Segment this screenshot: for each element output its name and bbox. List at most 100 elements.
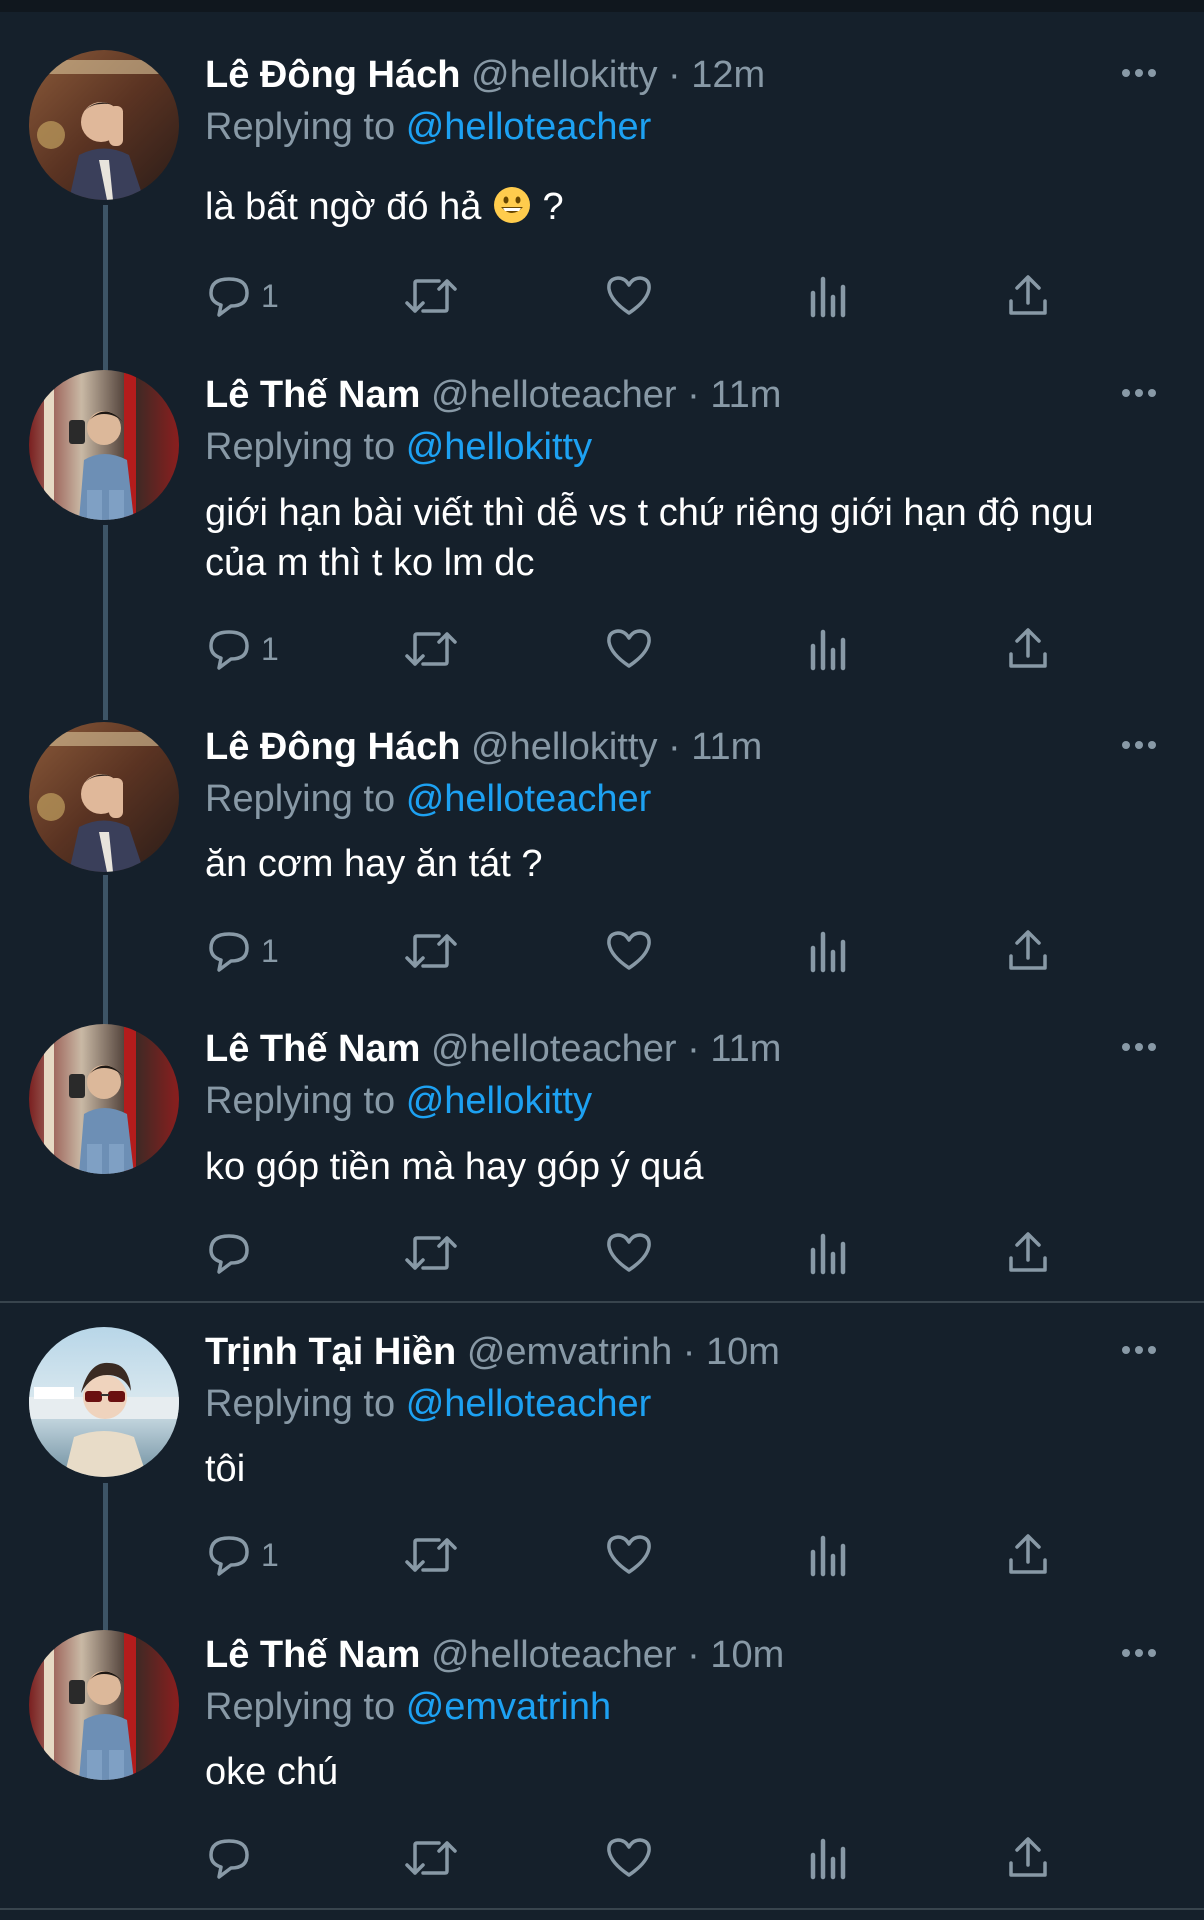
mention-link[interactable]: @helloteacher [406,106,652,148]
more-options-button[interactable] [1119,1335,1159,1365]
mention-link[interactable]: @emvatrinh [406,1686,611,1728]
reply-button[interactable]: 1 [205,271,279,321]
display-name[interactable]: Lê Đông Hách [205,726,460,768]
like-button[interactable] [605,624,653,674]
share-button[interactable] [1005,1228,1051,1278]
retweet-button[interactable] [403,271,459,321]
analytics-icon [810,276,846,318]
timestamp[interactable]: 11m [691,726,762,768]
like-button[interactable] [605,1833,653,1883]
analytics-button[interactable] [805,1833,849,1883]
more-options-button[interactable] [1119,378,1159,408]
tweet-header: Lê Thế Nam @helloteacher · 11m [205,1024,781,1074]
retweet-button[interactable] [403,1833,459,1883]
avatar-image [29,1630,179,1780]
tweet-text-body: là bất ngờ đó hả [205,186,482,228]
tweet-header: Lê Thế Nam @helloteacher · 11m [205,370,781,420]
timestamp[interactable]: 11m [710,1028,781,1070]
username[interactable]: @helloteacher [431,1634,677,1676]
more-options-button[interactable] [1119,1638,1159,1668]
tweet-text: giới hạn bài viết thì dễ vs t chứ riêng … [205,492,1094,584]
retweet-button[interactable] [403,624,459,674]
username[interactable]: @hellokitty [471,54,657,96]
share-button[interactable] [1005,926,1051,976]
avatar-image [29,1327,179,1477]
more-horizontal-icon [1122,1043,1156,1051]
more-options-button[interactable] [1119,730,1159,760]
mention-link[interactable]: @helloteacher [406,778,652,820]
display-name[interactable]: Lê Thế Nam [205,1634,420,1676]
share-button[interactable] [1005,1530,1051,1580]
display-name[interactable]: Trịnh Tại Hiền [205,1331,456,1373]
like-button[interactable] [605,1228,653,1278]
reply-button[interactable]: 1 [205,926,279,976]
mention-link[interactable]: @helloteacher [406,1383,652,1425]
heart-icon [607,1838,651,1877]
share-icon [1009,628,1047,668]
retweet-button[interactable] [403,1228,459,1278]
analytics-button[interactable] [805,1228,849,1278]
username[interactable]: @hellokitty [471,726,657,768]
reply-button[interactable] [205,1228,261,1278]
retweet-icon [405,1538,457,1572]
retweet-button[interactable] [403,926,459,976]
tweet-text: ko góp tiền mà hay góp ý quá [205,1146,704,1188]
like-button[interactable] [605,1530,653,1580]
heart-icon [607,629,651,668]
share-button[interactable] [1005,624,1051,674]
reply-button[interactable]: 1 [205,1530,279,1580]
timestamp[interactable]: 12m [691,54,765,96]
share-button[interactable] [1005,271,1051,321]
display-name[interactable]: Lê Đông Hách [205,54,460,96]
replying-to: Replying to @helloteacher [205,102,651,152]
tweet-header: Lê Đông Hách @hellokitty · 12m [205,50,765,100]
share-icon [1009,1837,1047,1877]
retweet-button[interactable] [403,1530,459,1580]
replying-to-label: Replying to [205,1383,396,1425]
thread-line [103,875,108,1025]
analytics-button[interactable] [805,926,849,976]
analytics-button[interactable] [805,624,849,674]
username[interactable]: @emvatrinh [467,1331,672,1373]
reply-icon [209,1234,249,1274]
reply-button[interactable]: 1 [205,624,279,674]
avatar[interactable] [29,370,179,520]
share-button[interactable] [1005,1833,1051,1883]
more-horizontal-icon [1122,1346,1156,1354]
analytics-button[interactable] [805,271,849,321]
separator-dot: · [668,726,681,768]
username[interactable]: @helloteacher [431,1028,677,1070]
grinning-face-emoji [493,187,530,223]
avatar-image [29,722,179,872]
avatar[interactable] [29,1630,179,1780]
mention-link[interactable]: @hellokitty [406,1080,592,1122]
tweet-actions: 1 [205,926,1105,976]
retweet-icon [405,1841,457,1875]
display-name[interactable]: Lê Thế Nam [205,374,420,416]
more-options-button[interactable] [1119,58,1159,88]
timestamp[interactable]: 10m [710,1634,784,1676]
reply-icon [209,277,249,317]
more-options-button[interactable] [1119,1032,1159,1062]
mention-link[interactable]: @hellokitty [406,426,592,468]
username[interactable]: @helloteacher [431,374,677,416]
display-name[interactable]: Lê Thế Nam [205,1028,420,1070]
separator-dot: · [687,1634,700,1676]
reply-count: 1 [261,932,279,969]
avatar[interactable] [29,50,179,200]
avatar[interactable] [29,1327,179,1477]
tweet-text: oke chú [205,1751,339,1793]
reply-button[interactable] [205,1833,261,1883]
like-button[interactable] [605,271,653,321]
separator-dot: · [668,54,681,96]
tweet-actions: 1 [205,1530,1105,1580]
reply-count: 1 [261,1536,279,1573]
timestamp[interactable]: 11m [710,374,781,416]
like-button[interactable] [605,926,653,976]
avatar[interactable] [29,722,179,872]
timestamp[interactable]: 10m [706,1331,780,1373]
separator-dot: · [682,1331,696,1373]
analytics-button[interactable] [805,1530,849,1580]
more-horizontal-icon [1122,1649,1156,1657]
avatar[interactable] [29,1024,179,1174]
